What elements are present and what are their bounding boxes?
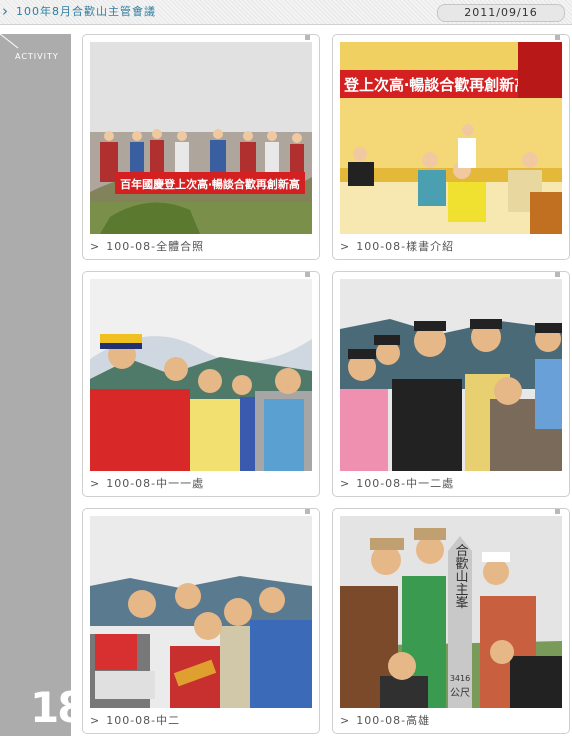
page-title: 100年8月合歡山主管會議: [16, 5, 156, 18]
card-pin: [305, 35, 310, 40]
card-pin: [555, 35, 560, 40]
banner-text: 百年國慶登上次高‧暢談合歡再創新高: [120, 177, 300, 191]
page-header: › 100年8月合歡山主管會議 2011/09/16: [0, 0, 572, 25]
photo-card[interactable]: 百年國慶登上次高‧暢談合歡再創新高 >100-08-全體合照: [82, 34, 320, 260]
caption-arrow-icon: >: [340, 477, 351, 490]
page-number: 18: [30, 683, 86, 732]
caption-text: 100-08-中二: [106, 714, 181, 727]
sidebar: ACTIVITY: [0, 34, 71, 736]
caption-arrow-icon: >: [90, 477, 101, 490]
caption-text: 100-08-高雄: [356, 714, 431, 727]
caption-text: 100-08-中一二處: [356, 477, 455, 490]
photo-caption[interactable]: >100-08-高雄: [340, 712, 430, 728]
caption-text: 100-08-全體合照: [106, 240, 205, 253]
photo-caption[interactable]: >100-08-樣書介紹: [340, 238, 454, 254]
chevron-right-icon: ›: [2, 2, 8, 20]
photo-card[interactable]: 登上次高‧暢談合歡再創新高 >100-08-樣書介紹: [332, 34, 570, 260]
team-photo[interactable]: [340, 279, 562, 471]
date-badge: 2011/09/16: [437, 4, 565, 22]
photo-card[interactable]: >100-08-中一二處: [332, 271, 570, 497]
photo-caption[interactable]: >100-08-全體合照: [90, 238, 204, 254]
team-photo[interactable]: [90, 279, 312, 471]
team-photo[interactable]: [90, 516, 312, 708]
caption-arrow-icon: >: [340, 240, 351, 253]
banner-text: 登上次高‧暢談合歡再創新高: [343, 76, 529, 94]
summit-unit: 公尺: [450, 687, 470, 699]
group-photo[interactable]: 百年國慶登上次高‧暢談合歡再創新高: [90, 42, 312, 234]
caption-text: 100-08-樣書介紹: [356, 240, 455, 253]
card-pin: [555, 509, 560, 514]
summit-photo[interactable]: 合歡山主峯 3416 公尺: [340, 516, 562, 708]
photo-card[interactable]: 合歡山主峯 3416 公尺 >100-08-高雄: [332, 508, 570, 734]
caption-text: 100-08-中一一處: [106, 477, 205, 490]
caption-arrow-icon: >: [340, 714, 351, 727]
photo-caption[interactable]: >100-08-中二: [90, 712, 180, 728]
photo-card[interactable]: >100-08-中二: [82, 508, 320, 734]
sidebar-label: ACTIVITY: [15, 52, 59, 61]
presentation-photo[interactable]: 登上次高‧暢談合歡再創新高: [340, 42, 562, 234]
photo-caption[interactable]: >100-08-中一二處: [340, 475, 454, 491]
caption-arrow-icon: >: [90, 714, 101, 727]
summit-marker-text: 合歡山主峯: [453, 544, 469, 609]
photo-card[interactable]: >100-08-中一一處: [82, 271, 320, 497]
card-pin: [305, 272, 310, 277]
summit-height: 3416: [450, 674, 470, 683]
caption-arrow-icon: >: [90, 240, 101, 253]
card-pin: [305, 509, 310, 514]
photo-caption[interactable]: >100-08-中一一處: [90, 475, 204, 491]
card-pin: [555, 272, 560, 277]
